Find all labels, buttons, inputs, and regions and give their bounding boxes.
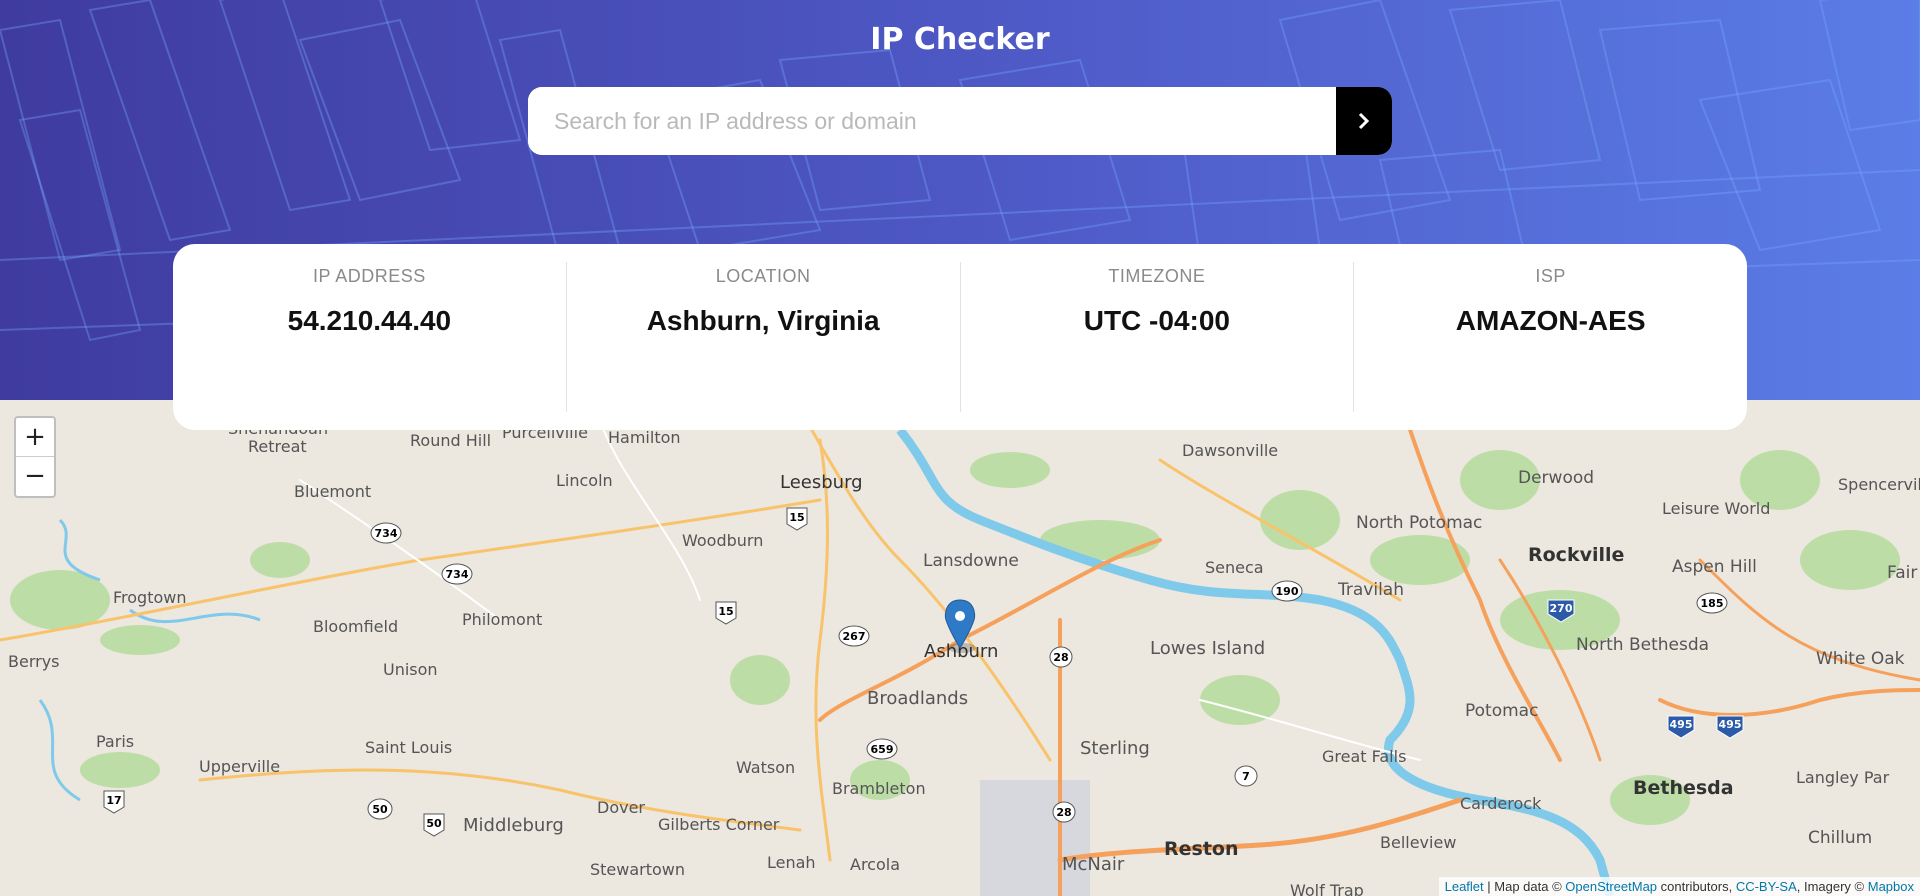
ip-address-value: 54.210.44.40 <box>287 305 452 336</box>
license-link[interactable]: CC-BY-SA <box>1736 879 1797 894</box>
svg-text:Derwood: Derwood <box>1518 468 1594 488</box>
timezone-label: TIMEZONE <box>1108 266 1206 286</box>
svg-text:Saint Louis: Saint Louis <box>365 738 452 757</box>
svg-text:270: 270 <box>1550 602 1573 615</box>
svg-text:Lincoln: Lincoln <box>556 471 613 490</box>
svg-text:White Oak: White Oak <box>1816 649 1905 669</box>
map-attribution: Leaflet | Map data © OpenStreetMap contr… <box>1438 877 1920 896</box>
svg-text:Aspen Hill: Aspen Hill <box>1672 557 1757 577</box>
svg-text:Carderock: Carderock <box>1460 794 1542 813</box>
svg-text:Berrys: Berrys <box>8 652 60 671</box>
svg-text:Leisure World: Leisure World <box>1662 499 1770 518</box>
svg-text:495: 495 <box>1719 718 1742 731</box>
route-shield: 734 <box>370 522 402 544</box>
svg-text:Retreat: Retreat <box>248 437 307 456</box>
svg-text:Dawsonville: Dawsonville <box>1182 441 1278 460</box>
svg-text:Great Falls: Great Falls <box>1322 747 1406 766</box>
isp-section: ISP AMAZON-AES <box>1353 262 1747 412</box>
mapbox-link[interactable]: Mapbox <box>1868 879 1914 894</box>
svg-text:Gilberts Corner: Gilberts Corner <box>658 815 780 834</box>
timezone-section: TIMEZONE UTC -04:00 <box>959 262 1354 412</box>
svg-text:Wolf Trap: Wolf Trap <box>1290 881 1364 896</box>
svg-text:Brambleton: Brambleton <box>832 779 926 798</box>
svg-text:Reston: Reston <box>1164 838 1239 860</box>
svg-text:15: 15 <box>718 605 733 618</box>
search-submit-button[interactable] <box>1336 87 1392 155</box>
svg-text:Frogtown: Frogtown <box>113 588 187 607</box>
page-title: IP Checker <box>870 22 1050 57</box>
svg-text:Sterling: Sterling <box>1080 738 1150 759</box>
svg-text:734: 734 <box>446 568 469 581</box>
svg-text:Lowes Island: Lowes Island <box>1150 638 1265 659</box>
svg-text:185: 185 <box>1701 597 1724 610</box>
svg-text:Dover: Dover <box>597 798 645 817</box>
location-value: Ashburn, Virginia <box>646 305 880 336</box>
svg-text:Unison: Unison <box>383 660 438 679</box>
svg-text:Fair: Fair <box>1887 563 1917 583</box>
svg-text:Bluemont: Bluemont <box>294 482 371 501</box>
ip-info-card: IP ADDRESS 54.210.44.40 LOCATION Ashburn… <box>173 244 1747 430</box>
svg-text:Hamilton: Hamilton <box>608 428 681 447</box>
svg-text:Langley Par: Langley Par <box>1796 768 1890 787</box>
svg-text:Potomac: Potomac <box>1465 701 1538 721</box>
svg-text:Woodburn: Woodburn <box>682 531 763 550</box>
svg-text:50: 50 <box>426 817 442 830</box>
zoom-in-button[interactable]: + <box>16 418 54 457</box>
svg-text:190: 190 <box>1276 585 1299 598</box>
svg-text:Lenah: Lenah <box>767 853 816 872</box>
svg-text:7: 7 <box>1242 770 1250 783</box>
leaflet-link[interactable]: Leaflet <box>1445 879 1484 894</box>
search-bar <box>528 87 1392 155</box>
svg-text:North Bethesda: North Bethesda <box>1576 635 1709 655</box>
svg-text:Seneca: Seneca <box>1205 558 1264 577</box>
svg-text:Bloomfield: Bloomfield <box>313 617 398 636</box>
svg-text:734: 734 <box>375 527 398 540</box>
svg-text:North Potomac: North Potomac <box>1356 513 1482 533</box>
location-label: LOCATION <box>715 266 811 286</box>
map-view[interactable]: Round Hill Purcellville Hamilton Retreat… <box>0 400 1920 896</box>
place-label: Round Hill <box>410 431 491 450</box>
zoom-control: + − <box>14 416 56 498</box>
svg-text:659: 659 <box>871 743 894 756</box>
svg-text:Belleview: Belleview <box>1380 833 1456 852</box>
svg-text:50: 50 <box>372 803 388 816</box>
svg-text:Lansdowne: Lansdowne <box>923 551 1019 571</box>
svg-text:15: 15 <box>789 511 804 524</box>
svg-text:Broadlands: Broadlands <box>867 688 968 709</box>
svg-text:Leesburg: Leesburg <box>780 472 863 493</box>
svg-text:267: 267 <box>843 630 866 643</box>
svg-text:Chillum: Chillum <box>1808 828 1872 848</box>
svg-text:Bethesda: Bethesda <box>1633 777 1734 799</box>
location-section: LOCATION Ashburn, Virginia <box>565 262 960 412</box>
timezone-value: UTC -04:00 <box>1083 305 1230 336</box>
svg-text:Travilah: Travilah <box>1337 580 1404 600</box>
svg-text:28: 28 <box>1053 651 1068 664</box>
svg-text:Middleburg: Middleburg <box>463 815 564 836</box>
attribution-text: , Imagery © <box>1796 879 1868 894</box>
svg-text:Stewartown: Stewartown <box>590 860 685 879</box>
osm-link[interactable]: OpenStreetMap <box>1565 879 1657 894</box>
ip-address-section: IP ADDRESS 54.210.44.40 <box>173 262 566 412</box>
chevron-right-icon <box>1358 112 1370 130</box>
isp-label: ISP <box>1535 266 1566 286</box>
svg-text:Arcola: Arcola <box>850 855 900 874</box>
svg-text:Spencervil: Spencervil <box>1838 475 1920 494</box>
svg-text:28: 28 <box>1056 806 1071 819</box>
svg-text:Rockville: Rockville <box>1528 544 1624 566</box>
isp-value: AMAZON-AES <box>1455 305 1646 336</box>
svg-text:Watson: Watson <box>736 758 795 777</box>
zoom-out-button[interactable]: − <box>16 457 54 495</box>
svg-text:Upperville: Upperville <box>199 757 280 776</box>
svg-text:495: 495 <box>1670 718 1693 731</box>
svg-text:Paris: Paris <box>96 732 134 751</box>
svg-text:McNair: McNair <box>1062 854 1125 875</box>
svg-text:Philomont: Philomont <box>462 610 542 629</box>
svg-text:17: 17 <box>106 794 121 807</box>
search-input[interactable] <box>528 87 1336 155</box>
attribution-text: | Map data © <box>1483 879 1566 894</box>
map-tiles: Round Hill Purcellville Hamilton Retreat… <box>0 400 1920 896</box>
attribution-text: contributors, <box>1657 879 1736 894</box>
ip-address-label: IP ADDRESS <box>313 266 426 286</box>
